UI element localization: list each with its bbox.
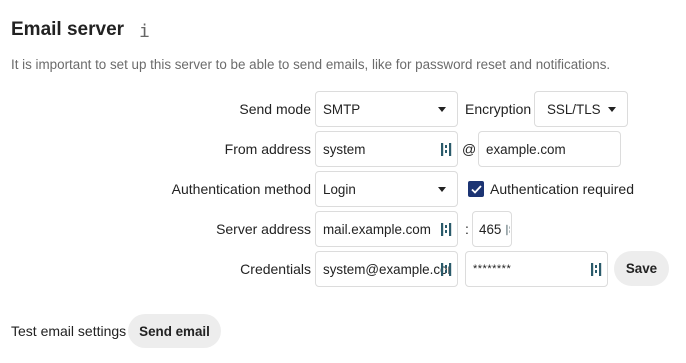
- password-manager-icon[interactable]: [590, 262, 602, 277]
- chevron-down-icon: [438, 187, 446, 192]
- server-port-value: 465: [479, 221, 502, 237]
- encryption-label: Encryption: [465, 101, 532, 117]
- server-address-label: Server address: [216, 221, 311, 237]
- send-mode-select[interactable]: SMTP: [315, 91, 458, 127]
- chevron-down-icon: [608, 107, 616, 112]
- credentials-password-value: ********: [473, 263, 512, 275]
- encryption-value: SSL/TLS: [547, 101, 601, 117]
- section-description: It is important to set up this server to…: [11, 57, 611, 72]
- authentication-method-label: Authentication method: [171, 181, 311, 197]
- send-mode-label: Send mode: [239, 101, 311, 117]
- test-email-label: Test email settings: [11, 323, 127, 339]
- save-button[interactable]: Save: [614, 251, 669, 286]
- server-port-input[interactable]: 465: [472, 211, 512, 247]
- credentials-username-value: system@example.com: [323, 261, 449, 277]
- from-address-user-value: system: [323, 141, 366, 157]
- server-host-value: mail.example.com: [323, 221, 431, 237]
- server-host-input[interactable]: mail.example.com: [315, 211, 458, 247]
- from-address-user-input[interactable]: system: [315, 131, 458, 167]
- password-manager-icon[interactable]: [440, 222, 452, 237]
- credentials-password-input[interactable]: ********: [465, 251, 608, 287]
- authentication-method-select[interactable]: Login: [315, 171, 458, 207]
- password-manager-icon[interactable]: [440, 142, 452, 157]
- from-address-domain-value: example.com: [486, 141, 566, 157]
- authentication-required-label[interactable]: Authentication required: [490, 181, 634, 197]
- from-address-domain-input[interactable]: example.com: [478, 131, 621, 167]
- credentials-label: Credentials: [240, 261, 311, 277]
- send-email-button[interactable]: Send email: [128, 314, 221, 348]
- chevron-down-icon: [438, 107, 446, 112]
- at-separator: @: [462, 141, 477, 157]
- authentication-method-value: Login: [323, 181, 356, 197]
- encryption-select[interactable]: SSL/TLS: [534, 91, 628, 127]
- password-manager-icon[interactable]: [440, 262, 452, 277]
- credentials-username-input[interactable]: system@example.com: [315, 251, 458, 287]
- send-mode-value: SMTP: [323, 101, 361, 117]
- section-title: Email server: [11, 19, 125, 40]
- checkmark-icon: [470, 184, 482, 194]
- port-separator: :: [465, 221, 469, 237]
- password-manager-icon: [504, 224, 510, 239]
- from-address-label: From address: [224, 141, 311, 157]
- info-icon[interactable]: i: [139, 21, 150, 42]
- authentication-required-checkbox[interactable]: [468, 181, 484, 197]
